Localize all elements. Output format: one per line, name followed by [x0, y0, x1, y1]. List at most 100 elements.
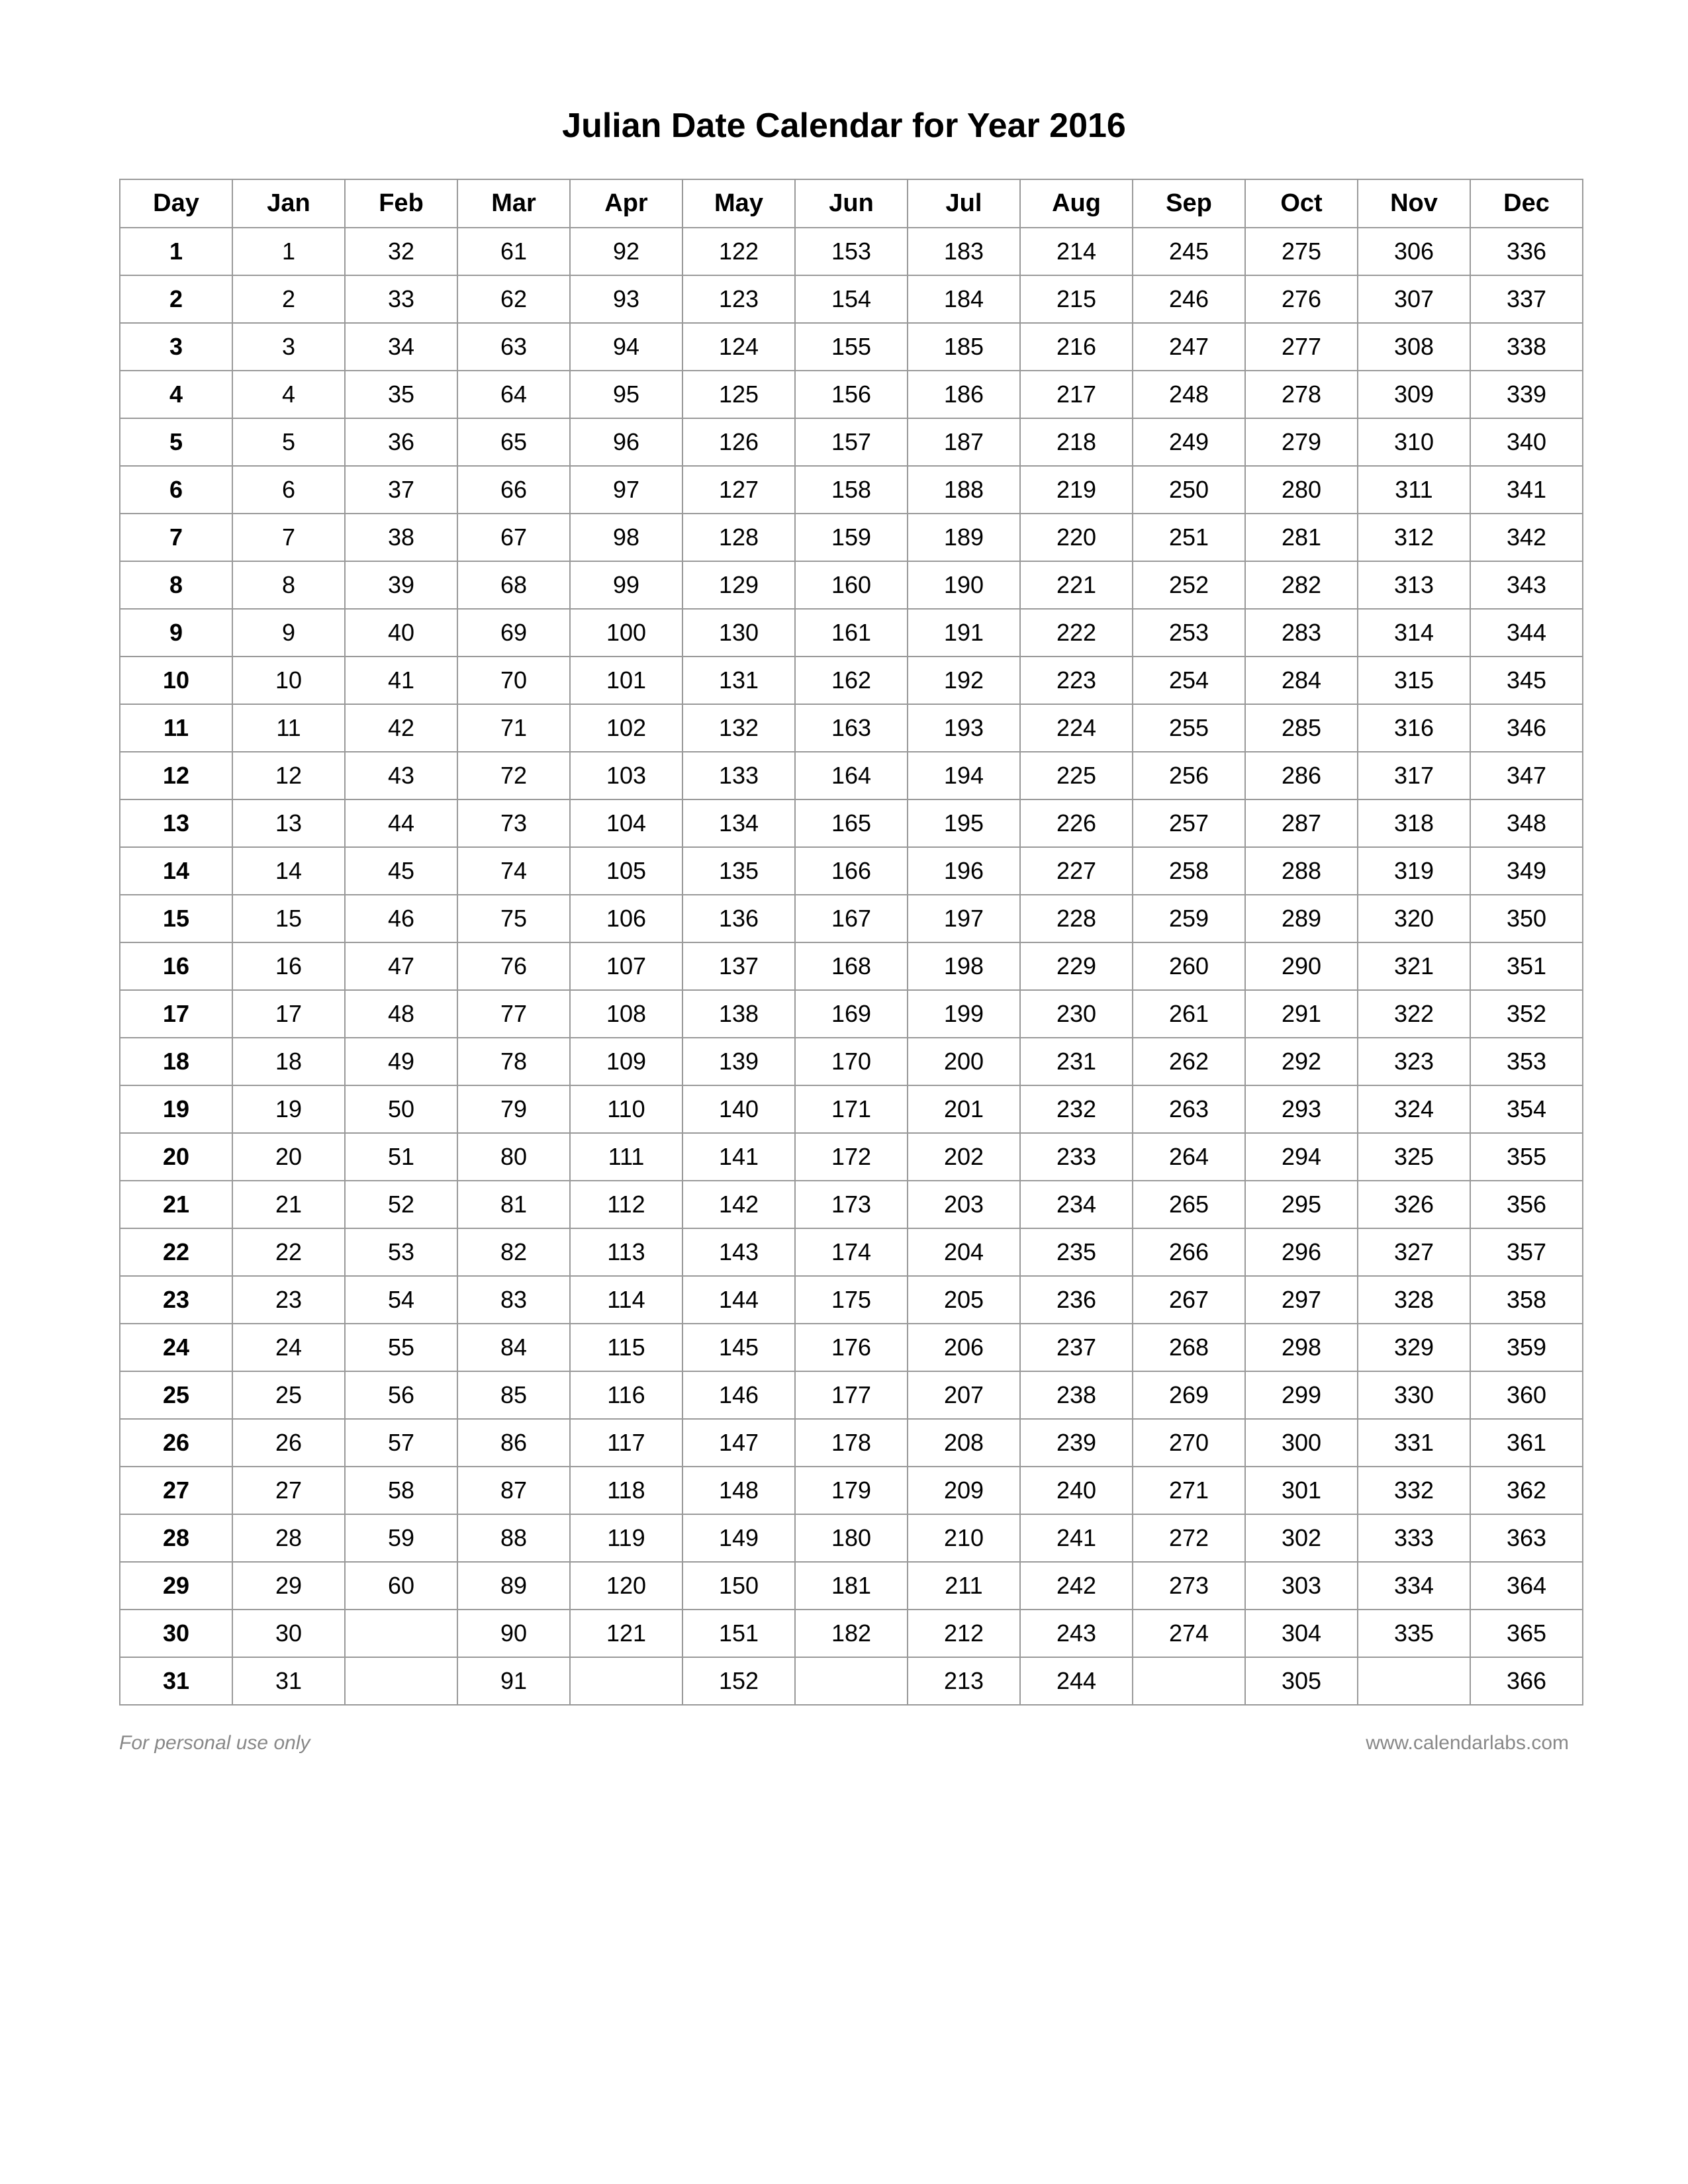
- value-cell-aug: 243: [1020, 1610, 1133, 1657]
- value-cell-mar: 72: [457, 752, 570, 799]
- value-cell-aug: 224: [1020, 704, 1133, 752]
- value-cell-mar: 67: [457, 514, 570, 561]
- value-cell-aug: 227: [1020, 847, 1133, 895]
- value-cell-may: 141: [682, 1133, 795, 1181]
- value-cell-mar: 65: [457, 418, 570, 466]
- value-cell-jun: 180: [795, 1514, 908, 1562]
- value-cell-dec: 350: [1470, 895, 1583, 942]
- value-cell-oct: 282: [1245, 561, 1358, 609]
- value-cell-mar: 91: [457, 1657, 570, 1705]
- table-row: 11326192122153183214245275306336: [120, 228, 1583, 275]
- value-cell-jun: 179: [795, 1467, 908, 1514]
- table-row: 22225382113143174204235266296327357: [120, 1228, 1583, 1276]
- table-row: 313191152213244305366: [120, 1657, 1583, 1705]
- value-cell-jan: 6: [232, 466, 345, 514]
- column-header-may: May: [682, 179, 795, 228]
- value-cell-nov: 313: [1358, 561, 1470, 609]
- value-cell-apr: 118: [570, 1467, 682, 1514]
- table-row: 23235483114144175205236267297328358: [120, 1276, 1583, 1324]
- value-cell-jul: 204: [908, 1228, 1020, 1276]
- value-cell-jul: 188: [908, 466, 1020, 514]
- value-cell-may: 134: [682, 799, 795, 847]
- value-cell-sep: 247: [1133, 323, 1245, 371]
- value-cell-sep: 265: [1133, 1181, 1245, 1228]
- value-cell-nov: 328: [1358, 1276, 1470, 1324]
- value-cell-jul: 201: [908, 1085, 1020, 1133]
- value-cell-mar: 71: [457, 704, 570, 752]
- value-cell-jun: 155: [795, 323, 908, 371]
- table-row: 25255685116146177207238269299330360: [120, 1371, 1583, 1419]
- value-cell-mar: 87: [457, 1467, 570, 1514]
- value-cell-apr: 121: [570, 1610, 682, 1657]
- table-row: 26265786117147178208239270300331361: [120, 1419, 1583, 1467]
- value-cell-jul: 210: [908, 1514, 1020, 1562]
- value-cell-oct: 304: [1245, 1610, 1358, 1657]
- value-cell-aug: 233: [1020, 1133, 1133, 1181]
- value-cell-dec: 347: [1470, 752, 1583, 799]
- value-cell-oct: 278: [1245, 371, 1358, 418]
- value-cell-sep: 250: [1133, 466, 1245, 514]
- value-cell-may: 126: [682, 418, 795, 466]
- value-cell-sep: 249: [1133, 418, 1245, 466]
- value-cell-feb: 46: [345, 895, 457, 942]
- value-cell-jun: 163: [795, 704, 908, 752]
- day-cell: 17: [120, 990, 232, 1038]
- value-cell-aug: 230: [1020, 990, 1133, 1038]
- value-cell-oct: 302: [1245, 1514, 1358, 1562]
- value-cell-feb: 38: [345, 514, 457, 561]
- value-cell-nov: 317: [1358, 752, 1470, 799]
- value-cell-nov: 332: [1358, 1467, 1470, 1514]
- value-cell-dec: 356: [1470, 1181, 1583, 1228]
- value-cell-feb: 59: [345, 1514, 457, 1562]
- value-cell-nov: [1358, 1657, 1470, 1705]
- value-cell-jan: 2: [232, 275, 345, 323]
- table-row: 994069100130161191222253283314344: [120, 609, 1583, 657]
- value-cell-jul: 203: [908, 1181, 1020, 1228]
- value-cell-jul: 199: [908, 990, 1020, 1038]
- value-cell-dec: 340: [1470, 418, 1583, 466]
- value-cell-jun: 178: [795, 1419, 908, 1467]
- value-cell-may: 123: [682, 275, 795, 323]
- day-cell: 28: [120, 1514, 232, 1562]
- value-cell-apr: 112: [570, 1181, 682, 1228]
- value-cell-feb: 49: [345, 1038, 457, 1085]
- value-cell-nov: 333: [1358, 1514, 1470, 1562]
- value-cell-jul: 207: [908, 1371, 1020, 1419]
- value-cell-dec: 364: [1470, 1562, 1583, 1610]
- value-cell-sep: [1133, 1657, 1245, 1705]
- julian-calendar-table: DayJanFebMarAprMayJunJulAugSepOctNovDec …: [119, 179, 1583, 1706]
- value-cell-may: 146: [682, 1371, 795, 1419]
- day-cell: 9: [120, 609, 232, 657]
- value-cell-oct: 294: [1245, 1133, 1358, 1181]
- value-cell-aug: 222: [1020, 609, 1133, 657]
- table-row: 66376697127158188219250280311341: [120, 466, 1583, 514]
- value-cell-jan: 29: [232, 1562, 345, 1610]
- day-cell: 27: [120, 1467, 232, 1514]
- value-cell-sep: 271: [1133, 1467, 1245, 1514]
- value-cell-sep: 259: [1133, 895, 1245, 942]
- table-row: 20205180111141172202233264294325355: [120, 1133, 1583, 1181]
- column-header-oct: Oct: [1245, 179, 1358, 228]
- value-cell-sep: 261: [1133, 990, 1245, 1038]
- value-cell-mar: 68: [457, 561, 570, 609]
- value-cell-jan: 22: [232, 1228, 345, 1276]
- value-cell-apr: 111: [570, 1133, 682, 1181]
- value-cell-nov: 307: [1358, 275, 1470, 323]
- value-cell-sep: 253: [1133, 609, 1245, 657]
- day-cell: 18: [120, 1038, 232, 1085]
- table-row: 10104170101131162192223254284315345: [120, 657, 1583, 704]
- day-cell: 15: [120, 895, 232, 942]
- value-cell-dec: 366: [1470, 1657, 1583, 1705]
- value-cell-apr: 109: [570, 1038, 682, 1085]
- value-cell-nov: 314: [1358, 609, 1470, 657]
- value-cell-feb: 33: [345, 275, 457, 323]
- table-row: 11114271102132163193224255285316346: [120, 704, 1583, 752]
- value-cell-apr: 110: [570, 1085, 682, 1133]
- value-cell-dec: 354: [1470, 1085, 1583, 1133]
- value-cell-may: 128: [682, 514, 795, 561]
- value-cell-sep: 260: [1133, 942, 1245, 990]
- day-cell: 13: [120, 799, 232, 847]
- value-cell-apr: 102: [570, 704, 682, 752]
- table-row: 303090121151182212243274304335365: [120, 1610, 1583, 1657]
- value-cell-mar: 70: [457, 657, 570, 704]
